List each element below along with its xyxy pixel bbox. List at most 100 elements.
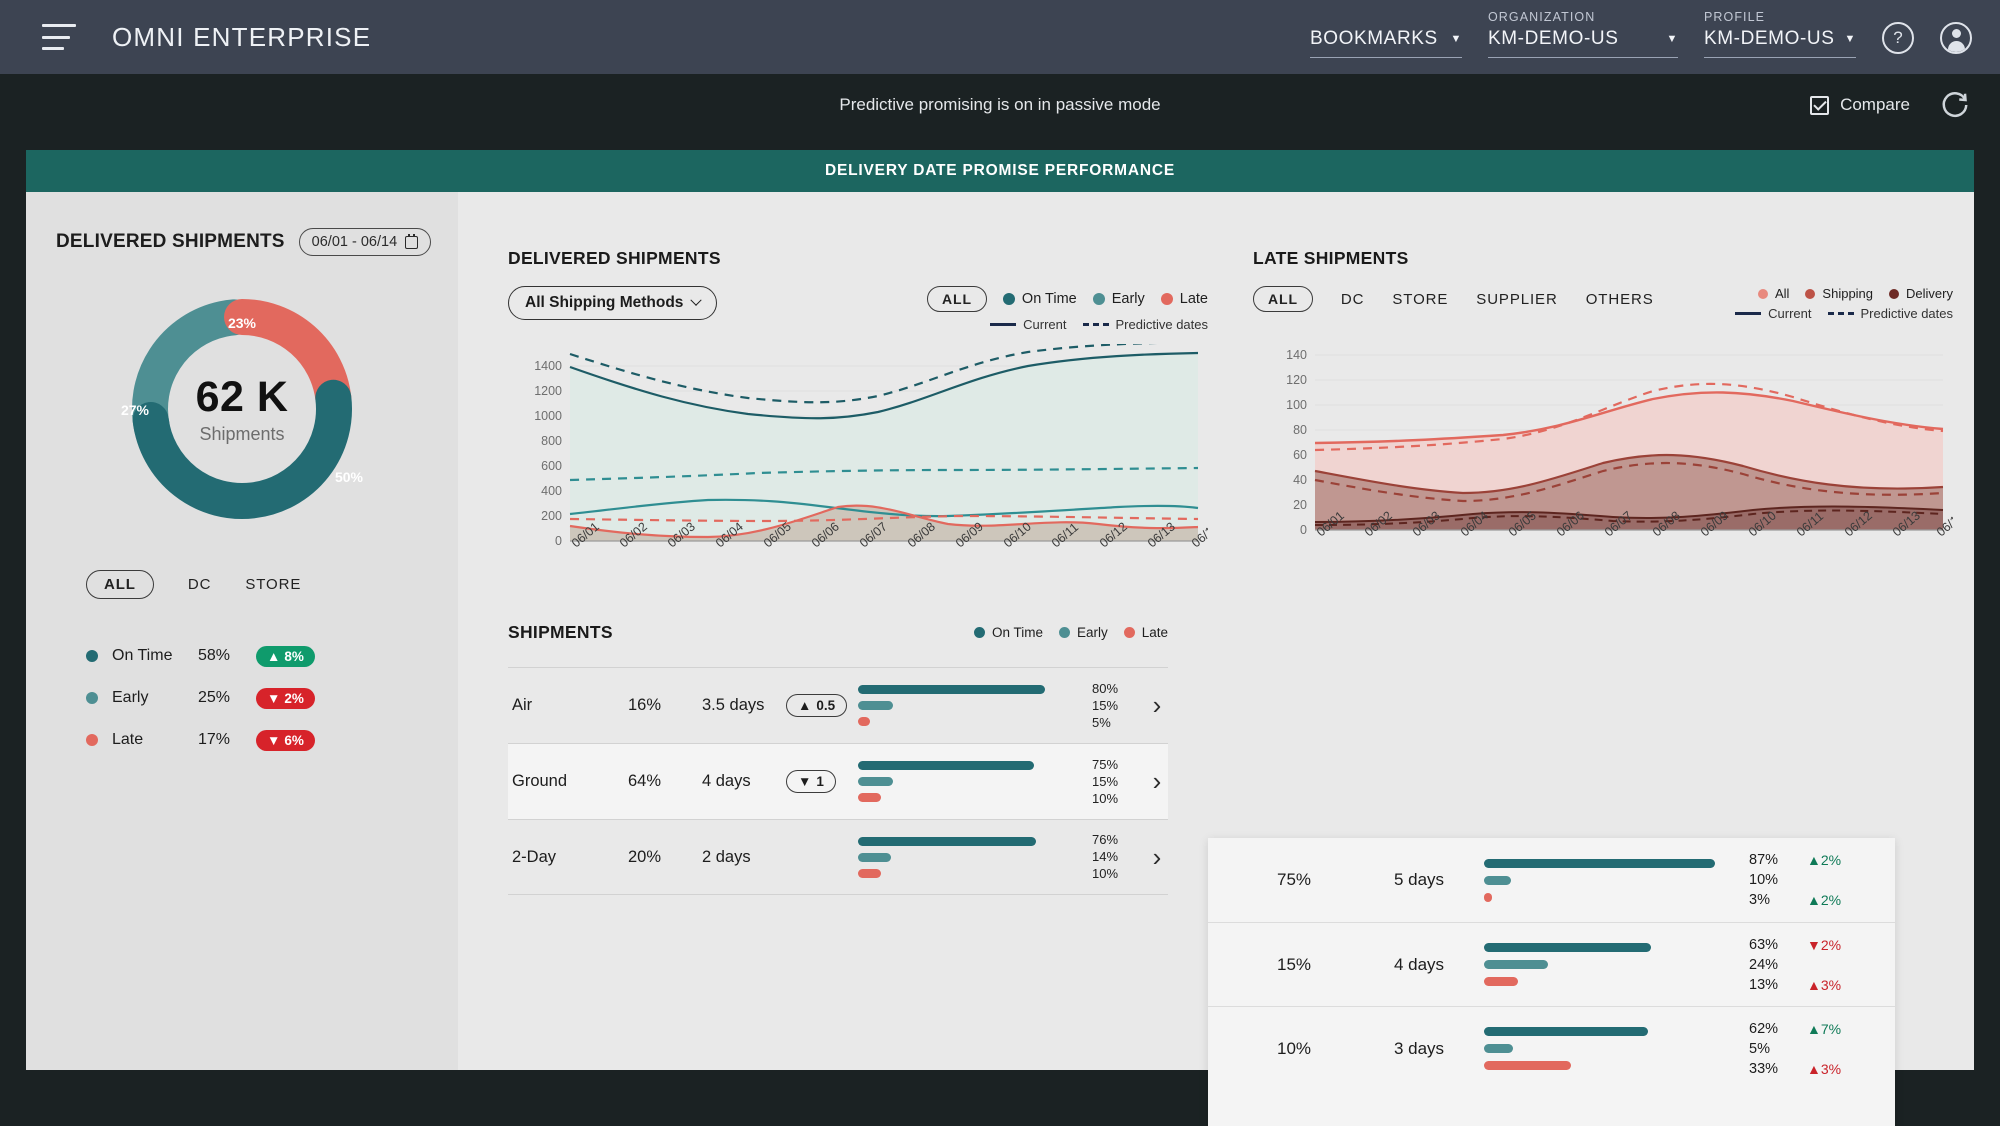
table-row[interactable]: 2-Day 20% 2 days 76% 14% 10% › bbox=[508, 819, 1168, 895]
delivered-legend-early: Early bbox=[1092, 291, 1145, 307]
overlay-value-early: 5% bbox=[1749, 1040, 1770, 1057]
user-avatar-icon[interactable] bbox=[1940, 22, 1972, 54]
row-days: 2 days bbox=[702, 847, 751, 866]
row-bars bbox=[852, 761, 1092, 802]
svg-text:20: 20 bbox=[1293, 498, 1307, 512]
delivered-filter-all[interactable]: ALL bbox=[927, 286, 987, 312]
legend-row-late: Late 17% ▼ 6% bbox=[86, 719, 458, 761]
late-filter-store[interactable]: STORE bbox=[1392, 291, 1448, 308]
row-expand-chevron-right-icon[interactable]: › bbox=[1146, 766, 1168, 797]
bar-late bbox=[858, 717, 870, 726]
hamburger-menu-icon[interactable] bbox=[42, 24, 76, 50]
row-share: 20% bbox=[628, 847, 662, 866]
overlay-value-early: 24% bbox=[1749, 956, 1779, 973]
bar-ontime bbox=[858, 685, 1046, 694]
shipments-rows: Air 16% 3.5 days ▲ 0.5 80% 15% 5% › Grou… bbox=[508, 667, 1168, 895]
overlay-deltas: ▲7% — ▲3% bbox=[1807, 1022, 1869, 1076]
help-icon[interactable]: ? bbox=[1882, 22, 1914, 54]
shipping-methods-dropdown[interactable]: All Shipping Methods bbox=[508, 286, 718, 320]
row-name: Ground bbox=[512, 772, 568, 790]
late-line-legend: Current Predictive dates bbox=[1735, 306, 1953, 321]
bar-early bbox=[1484, 1044, 1514, 1053]
overlay-row[interactable]: 15% 4 days 63% 24% 13% ▼2% — ▲3% bbox=[1208, 922, 1895, 1006]
late-filter-others[interactable]: OTHERS bbox=[1586, 291, 1654, 308]
svg-text:80: 80 bbox=[1293, 423, 1307, 437]
comparison-overlay-card: 75% 5 days 87% 10% 3% ▲2% — ▲2% bbox=[1208, 838, 1895, 1126]
legend-delta-early: ▼ 2% bbox=[256, 687, 315, 709]
overlay-bars bbox=[1484, 1027, 1749, 1070]
overlay-days: 5 days bbox=[1393, 870, 1445, 889]
shipments-title: SHIPMENTS bbox=[508, 622, 613, 642]
bar-late bbox=[858, 793, 882, 802]
filter-dc[interactable]: DC bbox=[188, 576, 211, 593]
organization-field[interactable]: ORGANIZATION KM-DEMO-US ▼ bbox=[1487, 10, 1678, 58]
overlay-value-ontime: 87% bbox=[1749, 852, 1779, 868]
delivered-shipments-summary-panel: DELIVERED SHIPMENTS 06/01 - 06/14 23% 27… bbox=[26, 192, 458, 1070]
date-range-value: 06/01 - 06/14 bbox=[311, 234, 398, 250]
chevron-down-icon bbox=[690, 294, 703, 306]
profile-dropdown[interactable]: KM-DEMO-US ▼ bbox=[1703, 28, 1856, 58]
late-chart-title: LATE SHIPMENTS bbox=[1253, 248, 1409, 268]
delivered-chart-legend: ALL On Time Early Late bbox=[927, 286, 1208, 312]
overlay-deltas: ▼2% — ▲3% bbox=[1807, 938, 1869, 992]
bar-value-ontime: 80% bbox=[1092, 680, 1119, 696]
app-brand-title: OMNI ENTERPRISE bbox=[112, 21, 372, 52]
notice-right-controls: Compare bbox=[1810, 90, 1970, 120]
overlay-share: 75% bbox=[1276, 870, 1312, 889]
bar-value-late: 10% bbox=[1092, 790, 1119, 806]
overlay-row[interactable]: 75% 5 days 87% 10% 3% ▲2% — ▲2% bbox=[1208, 838, 1895, 922]
overlay-delta-ontime: ▼2% bbox=[1807, 936, 1842, 953]
delivered-line-legend: Current Predictive dates bbox=[990, 317, 1208, 332]
bar-early bbox=[1484, 960, 1548, 969]
overlay-values: 62% 5% 33% bbox=[1749, 1021, 1807, 1076]
filter-all[interactable]: ALL bbox=[86, 570, 154, 599]
row-expand-chevron-right-icon[interactable]: › bbox=[1146, 690, 1168, 721]
bar-ontime bbox=[1484, 858, 1715, 868]
late-legend-shipping: Shipping bbox=[1805, 286, 1873, 301]
overlay-days: 3 days bbox=[1393, 1038, 1445, 1058]
profile-field[interactable]: PROFILE KM-DEMO-US ▼ bbox=[1703, 10, 1856, 58]
late-legend-predictive: Predictive dates bbox=[1827, 306, 1953, 321]
date-range-picker[interactable]: 06/01 - 06/14 bbox=[298, 228, 432, 256]
bookmarks-dropdown[interactable]: BOOKMARKS ▼ bbox=[1309, 28, 1462, 58]
table-row[interactable]: Ground 64% 4 days ▼ 1 75% 15% 10% › bbox=[508, 743, 1168, 819]
bar-value-late: 10% bbox=[1092, 866, 1119, 881]
legend-name-late: Late bbox=[112, 731, 144, 748]
late-filter-dc[interactable]: DC bbox=[1341, 291, 1364, 308]
filter-store[interactable]: STORE bbox=[245, 576, 301, 593]
refresh-icon[interactable] bbox=[1940, 90, 1970, 120]
shipments-legend-late: Late bbox=[1123, 625, 1168, 640]
delivered-chart-title: DELIVERED SHIPMENTS bbox=[508, 248, 721, 268]
late-filter-supplier[interactable]: SUPPLIER bbox=[1476, 291, 1557, 308]
compare-toggle[interactable]: Compare bbox=[1810, 95, 1910, 115]
overlay-days: 4 days bbox=[1393, 954, 1445, 974]
table-row[interactable]: Air 16% 3.5 days ▲ 0.5 80% 15% 5% › bbox=[508, 667, 1168, 743]
legend-name-early: Early bbox=[112, 689, 149, 706]
late-chart-filters: ALL DC STORE SUPPLIER OTHERS bbox=[1253, 286, 1654, 312]
organization-dropdown[interactable]: KM-DEMO-US ▼ bbox=[1487, 28, 1678, 58]
compare-checkbox[interactable] bbox=[1810, 95, 1830, 115]
late-chart-svg: 140120 10080 6040 200 06/01 06/02 06/03 … bbox=[1286, 348, 1967, 539]
overlay-row[interactable]: 10% 3 days 62% 5% 33% ▲7% — ▲3% bbox=[1208, 1006, 1895, 1090]
overlay-bars bbox=[1484, 943, 1749, 986]
legend-delta-late: ▼ 6% bbox=[256, 729, 315, 751]
late-filter-all[interactable]: ALL bbox=[1253, 286, 1313, 312]
app-root: OMNI ENTERPRISE BOOKMARKS ▼ ORGANIZATION… bbox=[0, 0, 2000, 1126]
overlay-delta-ontime: ▲2% bbox=[1807, 852, 1842, 868]
bookmarks-field[interactable]: BOOKMARKS ▼ bbox=[1309, 28, 1462, 58]
row-bar-values: 75% 15% 10% bbox=[1092, 758, 1146, 806]
svg-text:800: 800 bbox=[541, 434, 562, 448]
overlay-delta-ontime: ▲7% bbox=[1807, 1020, 1842, 1037]
overlay-value-ontime: 63% bbox=[1749, 936, 1779, 953]
row-days: 4 days bbox=[702, 772, 751, 790]
overlay-delta-late: ▲2% bbox=[1807, 892, 1842, 908]
overlay-values: 87% 10% 3% bbox=[1749, 852, 1807, 908]
late-legend-delivery: Delivery bbox=[1889, 286, 1953, 301]
bar-late bbox=[858, 868, 882, 878]
organization-label: ORGANIZATION bbox=[1487, 10, 1596, 24]
row-expand-chevron-right-icon[interactable]: › bbox=[1146, 842, 1168, 873]
overlay-values: 63% 24% 13% bbox=[1749, 936, 1807, 992]
delivered-legend-predictive: Predictive dates bbox=[1082, 317, 1208, 332]
overlay-delta-late: ▲3% bbox=[1807, 1060, 1842, 1077]
svg-text:0: 0 bbox=[555, 534, 562, 548]
